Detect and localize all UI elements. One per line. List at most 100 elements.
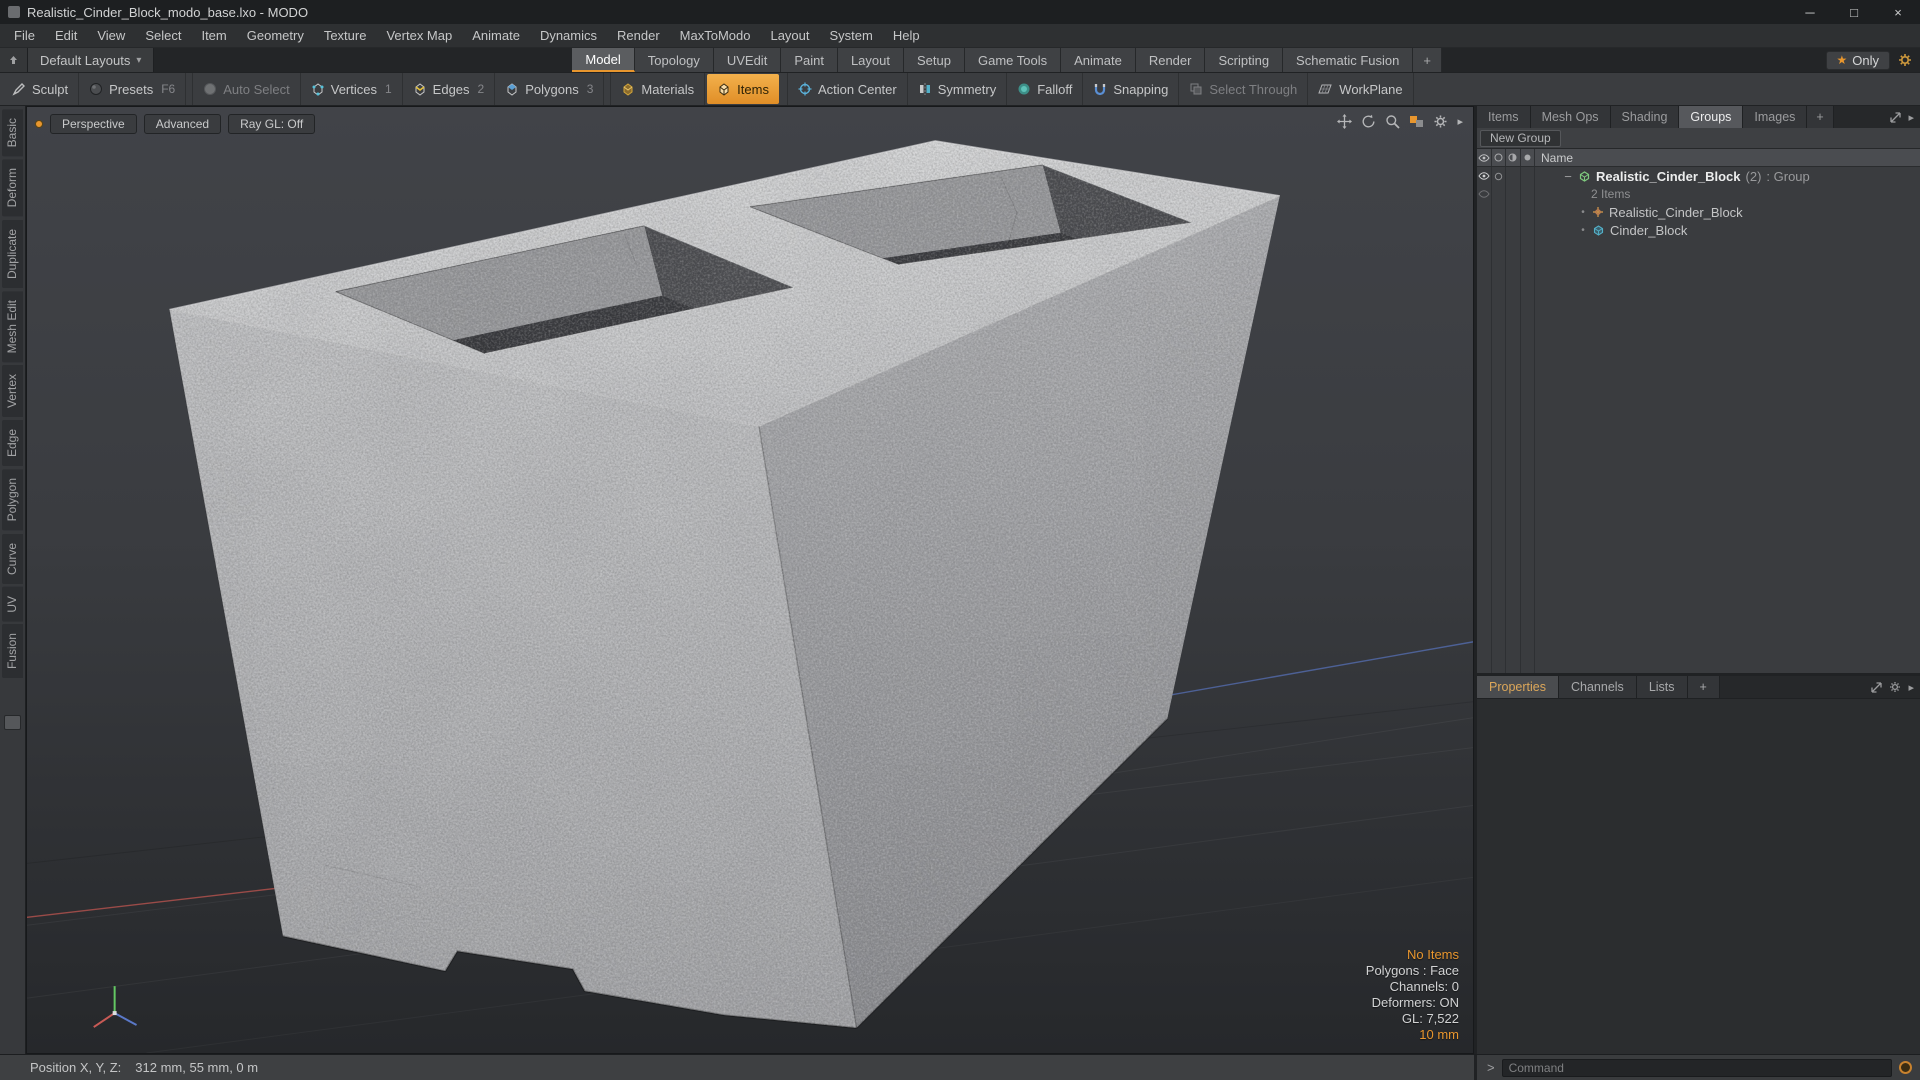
default-layouts-button[interactable]: Default Layouts ▾ (28, 48, 155, 72)
rail-tab-vertex[interactable]: Vertex (2, 365, 23, 418)
tab-layout[interactable]: Layout (837, 48, 904, 72)
tab-images[interactable]: Images (1743, 106, 1808, 128)
rail-tab-deform[interactable]: Deform (2, 159, 23, 217)
maximize-button[interactable]: □ (1832, 0, 1876, 24)
rail-tab-duplicate[interactable]: Duplicate (2, 219, 23, 288)
tab-render[interactable]: Render (1135, 48, 1206, 72)
tab-topology[interactable]: Topology (634, 48, 714, 72)
lock-toggle-icon[interactable] (1506, 149, 1521, 166)
rail-tab-fusion[interactable]: Fusion (2, 624, 23, 679)
row-render-icon[interactable] (1492, 167, 1507, 185)
name-column-header[interactable]: Name (1535, 151, 1573, 165)
add-panel-tab-button[interactable]: + (1807, 106, 1834, 128)
collapse-icon[interactable]: − (1563, 169, 1573, 184)
raygl-toggle-button[interactable]: Ray GL: Off (228, 114, 316, 134)
tab-uvedit[interactable]: UVEdit (713, 48, 782, 72)
menu-file[interactable]: File (4, 24, 45, 47)
command-input[interactable]: Command (1501, 1058, 1892, 1077)
menu-texture[interactable]: Texture (314, 24, 377, 47)
shading-mode-button[interactable]: Advanced (143, 114, 222, 134)
menu-help[interactable]: Help (883, 24, 930, 47)
action-center-button[interactable]: Action Center (786, 73, 908, 105)
menu-item[interactable]: Item (191, 24, 236, 47)
new-group-button[interactable]: New Group (1480, 129, 1561, 147)
pin-layout-button[interactable] (0, 48, 28, 72)
viewport-menu-arrow-icon[interactable]: ▸ (1457, 115, 1463, 128)
menu-dynamics[interactable]: Dynamics (530, 24, 607, 47)
rail-tab-basic[interactable]: Basic (2, 109, 23, 157)
row-eye-icon[interactable] (1477, 167, 1492, 185)
expand-panel-icon[interactable] (1890, 111, 1902, 123)
tab-scripting[interactable]: Scripting (1205, 48, 1284, 72)
zoom-icon[interactable] (1385, 114, 1401, 129)
vertices-mode-button[interactable]: Vertices 1 (301, 73, 403, 105)
menu-layout[interactable]: Layout (760, 24, 819, 47)
orbit-icon[interactable] (1361, 114, 1376, 129)
rail-tab-edge[interactable]: Edge (2, 420, 23, 467)
menu-vertex-map[interactable]: Vertex Map (376, 24, 462, 47)
tree-row-group[interactable]: − Realistic_Cinder_Block (2) : Group (1477, 167, 1920, 185)
view-mode-button[interactable]: Perspective (50, 114, 137, 134)
command-history-icon[interactable] (1899, 1061, 1912, 1074)
tree-row-child[interactable]: • Cinder_Block (1477, 221, 1920, 239)
edges-mode-button[interactable]: Edges 2 (403, 73, 496, 105)
pan-icon[interactable] (1337, 114, 1353, 129)
tab-game-tools[interactable]: Game Tools (964, 48, 1062, 72)
symmetry-button[interactable]: Symmetry (908, 73, 1008, 105)
minimize-button[interactable]: ─ (1788, 0, 1832, 24)
tab-model[interactable]: Model (572, 48, 635, 72)
rail-tab-mesh-edit[interactable]: Mesh Edit (2, 290, 23, 363)
select-through-button[interactable]: Select Through (1179, 73, 1309, 105)
menu-geometry[interactable]: Geometry (237, 24, 314, 47)
tab-shading[interactable]: Shading (1610, 106, 1680, 128)
add-layout-tab-button[interactable]: + (1413, 48, 1442, 72)
falloff-button[interactable]: Falloff (1007, 73, 1084, 105)
rail-tab-uv[interactable]: UV (2, 586, 23, 622)
viewport-canvas[interactable] (27, 107, 1473, 1053)
gear-icon[interactable] (1898, 53, 1912, 67)
polygons-mode-button[interactable]: Polygons 3 (495, 73, 605, 105)
tab-groups[interactable]: Groups (1679, 106, 1744, 128)
presets-button[interactable]: Presets F6 (79, 73, 187, 105)
expand-panel-icon[interactable] (1871, 681, 1883, 693)
visibility-eye-icon[interactable] (1477, 149, 1492, 166)
materials-button[interactable]: Materials (610, 73, 706, 105)
tab-setup[interactable]: Setup (904, 48, 965, 72)
tab-paint[interactable]: Paint (781, 48, 838, 72)
items-mode-button[interactable]: Items (707, 74, 779, 104)
sculpt-button[interactable]: Sculpt (2, 73, 80, 105)
rail-tab-polygon[interactable]: Polygon (2, 469, 23, 531)
menu-select[interactable]: Select (135, 24, 191, 47)
tab-items[interactable]: Items (1477, 106, 1531, 128)
tree-row-items-count[interactable]: 2 Items (1477, 185, 1920, 203)
viewport-menu-dot-icon[interactable] (35, 120, 43, 128)
tab-channels[interactable]: Channels (1558, 676, 1637, 698)
tab-animate[interactable]: Animate (1061, 48, 1136, 72)
tab-mesh-ops[interactable]: Mesh Ops (1530, 106, 1611, 128)
tab-properties[interactable]: Properties (1477, 676, 1559, 698)
panel-menu-arrow-icon[interactable]: ▸ (1908, 111, 1914, 124)
menu-view[interactable]: View (87, 24, 135, 47)
panel-menu-arrow-icon[interactable]: ▸ (1908, 681, 1914, 694)
workplane-button[interactable]: WorkPlane (1308, 73, 1414, 105)
filter-toggle-icon[interactable] (1521, 149, 1535, 166)
rail-tab-curve[interactable]: Curve (2, 533, 23, 584)
panel-gear-icon[interactable] (1889, 681, 1901, 693)
menu-render[interactable]: Render (607, 24, 670, 47)
render-toggle-icon[interactable] (1492, 149, 1506, 166)
viewport-layout-icon[interactable] (1409, 114, 1424, 129)
tree-row-child[interactable]: • Realistic_Cinder_Block (1477, 203, 1920, 221)
add-properties-tab-button[interactable]: + (1687, 676, 1720, 698)
tab-lists[interactable]: Lists (1636, 676, 1688, 698)
viewport-settings-gear-icon[interactable] (1433, 114, 1448, 129)
menu-system[interactable]: System (820, 24, 883, 47)
rail-palette-icon[interactable] (4, 715, 21, 731)
close-button[interactable]: × (1876, 0, 1920, 24)
auto-select-button[interactable]: Auto Select (192, 73, 301, 105)
snapping-button[interactable]: Snapping (1083, 73, 1180, 105)
menu-edit[interactable]: Edit (45, 24, 87, 47)
menu-maxtomodo[interactable]: MaxToModo (670, 24, 761, 47)
only-button[interactable]: ★ Only (1825, 50, 1890, 70)
tab-schematic-fusion[interactable]: Schematic Fusion (1283, 48, 1414, 72)
row-eye-icon[interactable] (1477, 185, 1492, 203)
